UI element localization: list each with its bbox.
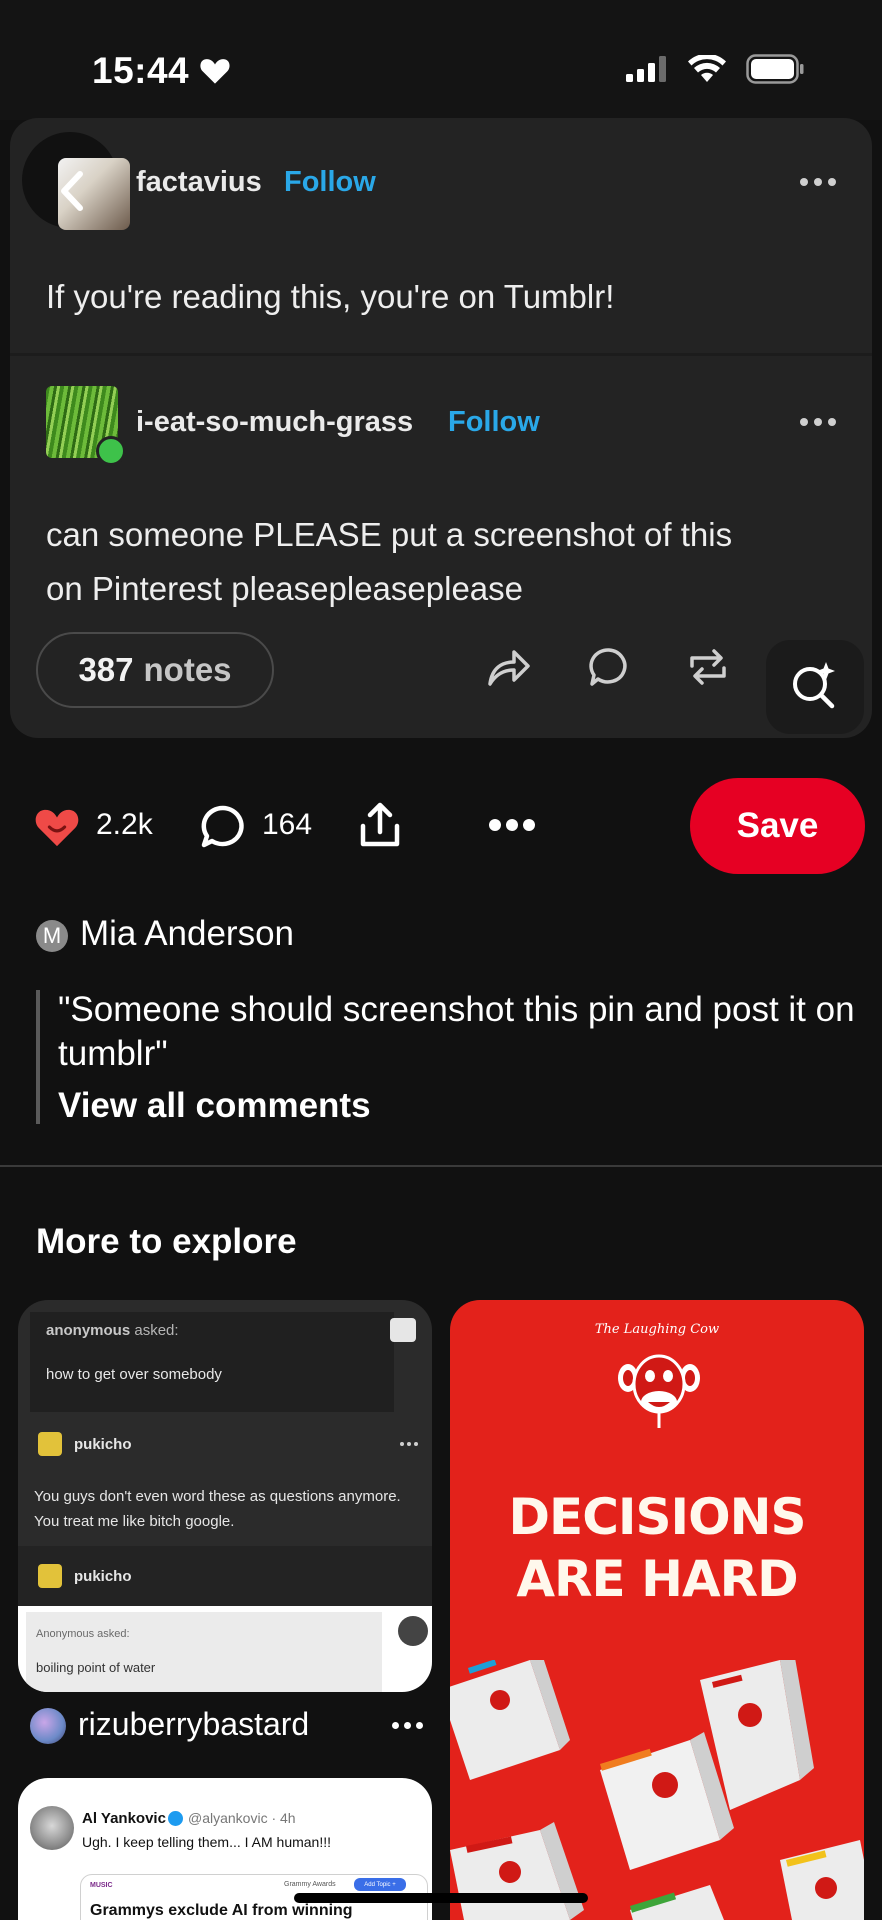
heart-status-icon (200, 59, 230, 84)
tweet-text: Ugh. I keep telling them... I AM human!!… (82, 1834, 332, 1850)
comment-text: "Someone should screenshot this pin and … (58, 990, 855, 1073)
pin-card-tumblr-ask[interactable]: anonymous asked: how to get over somebod… (18, 1300, 432, 1692)
reblog-post-text-line1: can someone PLEASE put a screenshot of t… (46, 516, 733, 553)
second-ask-box (26, 1612, 382, 1692)
notes-pill: 387 notes (36, 632, 274, 708)
section-divider (0, 1165, 882, 1167)
embed-section-label: MUSIC (90, 1882, 113, 1889)
reblog-blog-name: i-eat-so-much-grass (136, 406, 414, 438)
battery-icon (746, 54, 804, 84)
visual-search-button[interactable] (766, 640, 864, 734)
embed-topic-label: Grammy Awards (284, 1881, 336, 1888)
pin-more-icon[interactable] (392, 1722, 423, 1729)
comments-count: 164 (262, 808, 313, 841)
commenter-name[interactable]: Mia Anderson (80, 914, 294, 954)
share-upload-icon[interactable] (358, 802, 402, 848)
answer-text: You guys don't even word these as questi… (34, 1488, 401, 1530)
ask-question: how to get over somebody (46, 1366, 222, 1383)
ask-header: anonymous asked: (46, 1322, 179, 1339)
brand-logo-text: The Laughing Cow (594, 1322, 720, 1337)
laughing-cow-logo-icon (618, 1354, 700, 1428)
view-all-comments-link[interactable]: View all comments (58, 1086, 371, 1126)
pin-owner-avatar[interactable] (30, 1708, 66, 1744)
pin-card-laughing-cow[interactable]: The Laughing Cow DECISIONS ARE HARD (450, 1300, 864, 1920)
embed-headline: Grammys exclude AI from winning (90, 1902, 353, 1919)
like-heart-icon[interactable] (34, 806, 80, 848)
back-chevron-icon (61, 171, 83, 211)
pin-owner-name[interactable]: rizuberrybastard (78, 1706, 309, 1743)
tumblr-divider (10, 353, 872, 356)
answerer-name: pukicho (74, 1436, 132, 1453)
lens-sparkle-icon (793, 662, 835, 709)
reply-bubble-icon (589, 648, 627, 686)
op-blog-name: factavius (136, 166, 262, 198)
second-ask-header: Anonymous asked: (36, 1628, 130, 1640)
cheese-wedge-image (450, 1660, 864, 1920)
more-to-explore-heading: More to explore (36, 1222, 297, 1261)
ask-author: anonymous (46, 1322, 131, 1339)
wifi-icon (688, 55, 726, 82)
verified-badge-icon (168, 1811, 183, 1826)
ad-headline-line1: DECISIONS (508, 1488, 807, 1546)
reblog-follow-button: Follow (448, 406, 540, 438)
comment-icon[interactable] (200, 804, 246, 850)
quote-bar (36, 990, 40, 1124)
embed-add-topic-button: Add Topic + (354, 1878, 406, 1891)
ad-headline-line2: ARE HARD (516, 1550, 798, 1608)
cellular-signal-icon (626, 56, 666, 82)
status-bar: 15:44 (0, 0, 882, 120)
second-ask-question: boiling point of water (36, 1660, 156, 1675)
tumblr-post-card: factavius Follow If you're reading this,… (10, 118, 872, 738)
anon-avatar-icon (390, 1318, 416, 1342)
reblog-post-text-line2: on Pinterest pleasepleaseplease (46, 570, 524, 607)
op-follow-button: Follow (284, 166, 376, 198)
tweet-handle: @alyankovic · 4h (188, 1810, 296, 1826)
commenter-avatar[interactable]: M (36, 920, 68, 952)
reblog-badge-icon (96, 436, 126, 466)
reblogger-name: pukicho (74, 1568, 132, 1585)
ad-headline: DECISIONS ARE HARD (450, 1486, 864, 1610)
notes-count: 387 (78, 651, 134, 688)
reblog-more-icon (800, 418, 836, 426)
pin-post-more-icon (400, 1442, 418, 1446)
notes-label: notes (143, 651, 232, 688)
reblog-icon (690, 649, 726, 685)
home-indicator (294, 1893, 588, 1903)
tweet-author-name: Al Yankovic (82, 1810, 166, 1827)
op-post-text: If you're reading this, you're on Tumblr… (46, 278, 615, 315)
save-button[interactable]: Save (690, 778, 865, 874)
share-arrow-icon (488, 650, 530, 686)
second-ask-avatar-icon (398, 1616, 428, 1646)
likes-count: 2.2k (96, 808, 153, 841)
op-more-icon (800, 178, 836, 186)
pukicho-avatar-icon (38, 1432, 62, 1456)
back-button[interactable] (22, 132, 142, 230)
status-icons (626, 54, 804, 84)
tweet-avatar (30, 1806, 74, 1850)
ask-suffix: asked: (134, 1322, 179, 1339)
pukicho-reblog-avatar-icon (38, 1564, 62, 1588)
more-options-icon[interactable] (488, 818, 536, 832)
status-time: 15:44 (92, 50, 190, 91)
